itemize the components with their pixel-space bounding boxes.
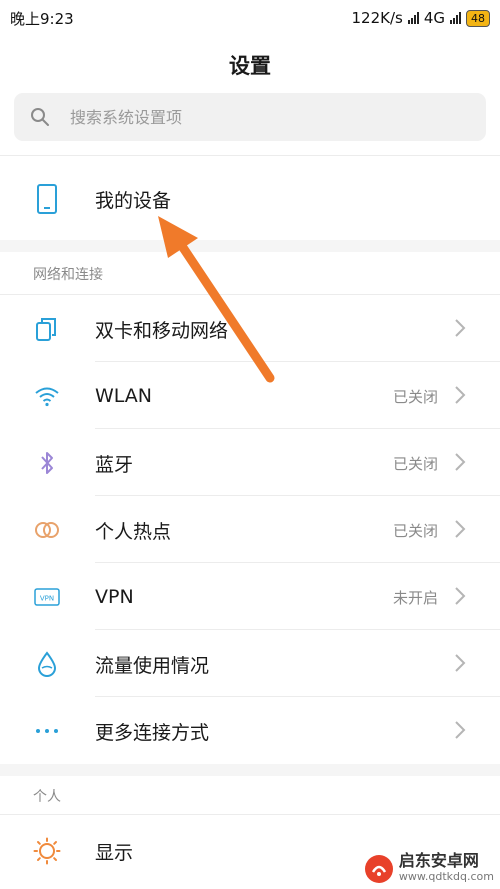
- item-value: 已关闭: [392, 454, 438, 473]
- divider: [95, 562, 500, 563]
- search-icon: [31, 108, 49, 126]
- vpn-icon: VPN: [30, 580, 64, 614]
- signal-icon-2: [450, 12, 461, 24]
- bluetooth-icon: [30, 446, 64, 480]
- divider: [95, 495, 500, 496]
- section-header-personal: 个人: [33, 789, 61, 805]
- page-title: 设置: [229, 54, 271, 78]
- status-time: 晚上9:23: [10, 9, 74, 28]
- phone-icon: [30, 182, 64, 216]
- sim-card-icon: [30, 312, 64, 346]
- status-indicators: 122K/s 4G 48: [351, 9, 490, 27]
- sidebar-item-dual-sim[interactable]: 双卡和移动网络: [0, 296, 500, 362]
- divider: [0, 814, 500, 815]
- chevron-right-icon: [455, 520, 466, 538]
- sidebar-item-more-connections[interactable]: 更多连接方式: [0, 698, 500, 764]
- chevron-right-icon: [455, 721, 466, 739]
- item-label: 双卡和移动网络: [95, 319, 229, 342]
- section-header-network: 网络和连接: [33, 267, 103, 283]
- my-device-label: 我的设备: [95, 189, 172, 212]
- divider: [95, 361, 500, 362]
- status-bar: 晚上9:23 122K/s 4G 48: [0, 0, 500, 36]
- sidebar-item-data-usage[interactable]: 流量使用情况: [0, 631, 500, 697]
- item-label: VPN: [95, 586, 134, 608]
- watermark-logo-icon: [364, 855, 393, 883]
- battery-icon: 48: [466, 9, 490, 27]
- my-device-item[interactable]: 我的设备: [0, 166, 500, 232]
- item-label: 更多连接方式: [95, 721, 210, 744]
- item-label: 流量使用情况: [95, 654, 210, 677]
- divider: [0, 294, 500, 295]
- chevron-right-icon: [455, 319, 466, 337]
- watermark-url: www.qdtkdq.com: [398, 870, 494, 883]
- sidebar-item-bluetooth[interactable]: 蓝牙 已关闭: [0, 430, 500, 496]
- search-bar[interactable]: [14, 93, 486, 141]
- chevron-right-icon: [455, 587, 466, 605]
- divider: [95, 696, 500, 697]
- sidebar-item-hotspot[interactable]: 个人热点 已关闭: [0, 497, 500, 563]
- divider: [95, 428, 500, 429]
- item-value: 未开启: [392, 588, 438, 607]
- signal-icon: [407, 12, 419, 24]
- search-input[interactable]: [68, 106, 452, 128]
- item-label: 个人热点: [95, 520, 172, 543]
- watermark: 启东安卓网 www.qdtkdq.com: [364, 853, 494, 885]
- droplet-icon: [30, 647, 64, 681]
- chevron-right-icon: [455, 386, 466, 404]
- section-gap: [0, 240, 500, 252]
- item-value: 已关闭: [392, 387, 438, 406]
- chevron-right-icon: [455, 654, 466, 672]
- sidebar-item-wlan[interactable]: WLAN 已关闭: [0, 363, 500, 429]
- divider: [0, 155, 500, 156]
- item-label: 显示: [95, 841, 134, 864]
- chevron-right-icon: [455, 453, 466, 471]
- divider: [95, 629, 500, 630]
- sun-icon: [30, 834, 64, 868]
- net-speed: 122K/s: [351, 9, 403, 27]
- section-gap: [0, 764, 500, 776]
- svg-text:VPN: VPN: [40, 595, 54, 603]
- item-label: 蓝牙: [95, 453, 134, 476]
- item-label: WLAN: [95, 385, 153, 407]
- sidebar-item-vpn[interactable]: VPN VPN 未开启: [0, 564, 500, 630]
- network-type: 4G: [423, 9, 445, 27]
- item-value: 已关闭: [392, 521, 438, 540]
- watermark-title: 启东安卓网: [398, 851, 479, 870]
- wifi-icon: [30, 379, 64, 413]
- more-dots-icon: [30, 714, 64, 748]
- hotspot-icon: [30, 513, 64, 547]
